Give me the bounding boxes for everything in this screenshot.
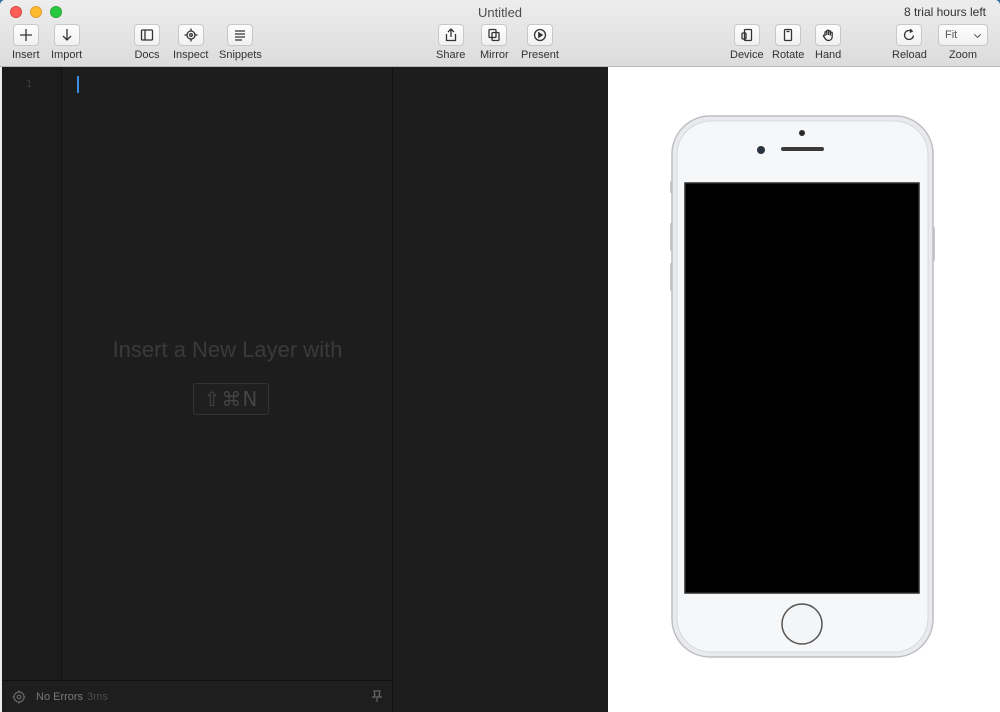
pin-button[interactable] [370,689,384,708]
app-window: Untitled 8 trial hours left Insert Impor… [0,0,1000,712]
reload-button[interactable] [896,24,923,46]
target-icon[interactable] [12,690,26,704]
play-circle-icon [533,28,547,42]
present-tool[interactable]: Present [521,24,559,61]
import-tool[interactable]: Import [51,24,82,61]
mirror-label: Mirror [480,49,509,61]
zoom-label: Zoom [948,49,978,61]
status-bar: No Errors 3ms [2,680,392,712]
empty-state-hint: Insert a New Layer with [112,337,343,362]
line-gutter: 1 [2,67,62,680]
toolbar: Untitled 8 trial hours left Insert Impor… [0,0,1000,67]
chevron-down-icon [973,33,982,38]
crosshair-icon [184,28,198,42]
code-editor[interactable]: 1 Insert a New Layer with ⇧⌘N No Errors … [2,67,393,712]
share-tool[interactable]: Share [436,24,465,61]
hand-icon [822,29,833,42]
reload-label: Reload [892,49,927,61]
rotate-tool[interactable]: Rotate [772,24,804,61]
docs-button[interactable] [134,24,160,46]
present-button[interactable] [526,24,553,46]
pin-icon [371,690,383,702]
zoom-select[interactable]: Fit [938,24,988,46]
device-label: Device [730,49,764,61]
insert-button[interactable] [12,24,39,46]
reload-tool[interactable]: Reload [892,24,927,61]
import-label: Import [51,49,83,61]
snippets-tool[interactable]: Snippets [219,24,262,61]
insert-tool[interactable]: Insert [12,24,40,61]
device-button[interactable] [733,24,760,46]
device-tool[interactable]: Device [730,24,764,61]
docs-label: Docs [134,49,160,61]
arrow-down-icon [62,29,72,41]
plus-icon [19,29,32,41]
snippets-button[interactable] [227,24,254,46]
rotate-button[interactable] [775,24,802,46]
share-label: Share [436,49,466,61]
snippets-label: Snippets [219,49,262,61]
share-icon [445,28,456,42]
zoom-value: Fit [945,29,958,41]
layer-panel [393,67,608,712]
lines-icon [235,30,246,41]
device-preview [608,67,1000,712]
keyboard-shortcut: ⇧⌘N [193,383,269,415]
hand-label: Hand [815,49,842,61]
inspect-button[interactable] [177,24,204,46]
sidebar-icon [140,29,154,41]
insert-label: Insert [12,49,40,61]
error-status: No Errors [36,690,84,703]
copy-icon [488,28,501,42]
trial-notice: 8 trial hours left [903,5,986,19]
share-button[interactable] [437,24,464,46]
reload-icon [904,28,915,41]
iphone-device-icon [670,115,935,658]
phone-rotate-icon [784,28,793,42]
rotate-label: Rotate [772,49,805,61]
inspect-tool[interactable]: Inspect [173,24,208,61]
mirror-button[interactable] [481,24,508,46]
mirror-tool[interactable]: Mirror [480,24,509,61]
hand-tool[interactable]: Hand [815,24,841,61]
device-icon [741,28,752,42]
zoom-tool[interactable]: Fit Zoom [938,24,988,61]
inspect-label: Inspect [173,49,209,61]
window-title: Untitled [477,5,523,20]
docs-tool[interactable]: Docs [134,24,160,61]
compile-time: 3ms [87,690,108,703]
present-label: Present [521,49,559,61]
hand-button[interactable] [815,24,842,46]
line-number: 1 [26,79,33,90]
import-button[interactable] [53,24,80,46]
text-caret [77,76,79,93]
